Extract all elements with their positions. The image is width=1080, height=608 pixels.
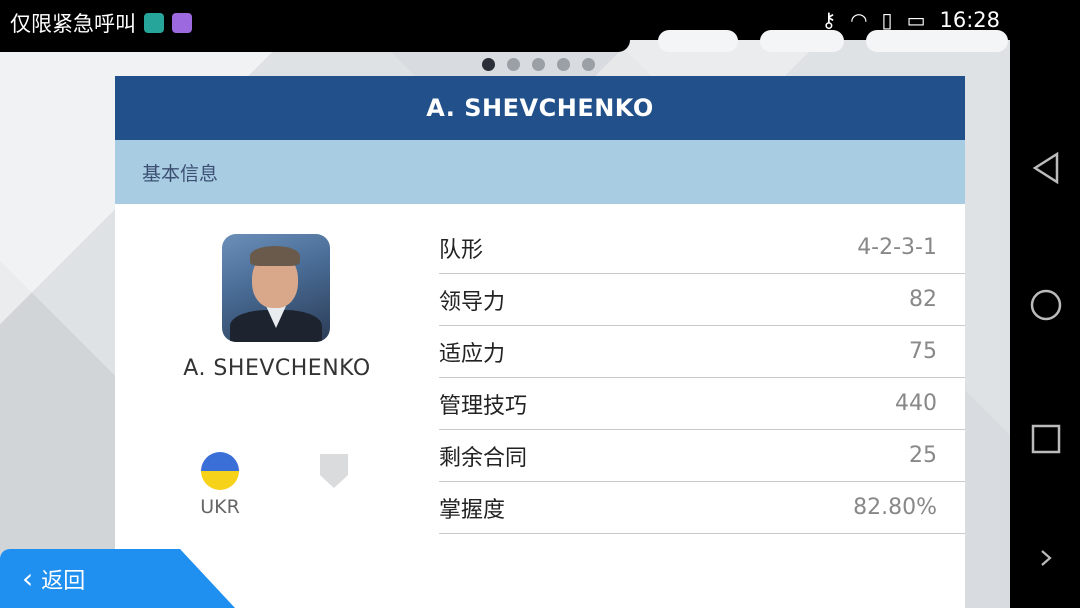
status-bar-right: ⚷ ◠ ▯ ▭ 16:28: [821, 8, 1000, 32]
system-nav-bar: [1010, 40, 1080, 608]
player-profile: A. SHEVCHENKO UKR: [115, 204, 439, 608]
top-toolbar-edge: [0, 40, 630, 52]
section-header: 基本信息: [115, 140, 965, 204]
country-code: UKR: [200, 496, 240, 518]
stat-row: 管理技巧 440: [439, 378, 965, 430]
toolbar-button[interactable]: [866, 30, 1008, 52]
toolbar-button[interactable]: [658, 30, 738, 52]
page-dot: [582, 58, 595, 71]
carrier-text: 仅限紧急呼叫: [10, 12, 136, 36]
stat-value: 25: [909, 443, 937, 468]
section-title: 基本信息: [142, 162, 219, 185]
stat-label: 剩余合同: [439, 445, 528, 471]
page-indicator: [482, 58, 595, 71]
page-dot: [557, 58, 570, 71]
stat-row: 队形 4-2-3-1: [439, 222, 965, 274]
stat-value: 82.80%: [853, 495, 937, 520]
stat-label: 掌握度: [439, 497, 506, 523]
gallery-app-icon: [172, 13, 192, 33]
battery-icon: ▭: [906, 8, 926, 32]
club-shield-icon: [320, 454, 348, 488]
page-dot: [532, 58, 545, 71]
player-name: A. SHEVCHENKO: [183, 356, 371, 381]
chevron-left-icon: ‹: [22, 562, 34, 595]
stat-label: 队形: [439, 237, 484, 263]
status-bar-left: 仅限紧急呼叫: [10, 8, 192, 38]
stat-label: 领导力: [439, 289, 506, 315]
stat-row: 剩余合同 25: [439, 430, 965, 482]
moon-app-icon: [144, 13, 164, 33]
sim-icon: ▯: [881, 8, 893, 32]
stat-value: 75: [909, 339, 937, 364]
player-avatar: [222, 234, 330, 342]
key-icon: ⚷: [821, 8, 837, 32]
nav-recents-icon[interactable]: [1031, 424, 1061, 454]
back-button-label: 返回: [41, 568, 86, 594]
stat-row: 适应力 75: [439, 326, 965, 378]
stat-value: 82: [909, 287, 937, 312]
stat-row: 掌握度 82.80%: [439, 482, 965, 534]
stat-value: 440: [895, 391, 937, 416]
clock: 16:28: [939, 8, 1000, 32]
stat-label: 适应力: [439, 341, 506, 367]
stats-list: 队形 4-2-3-1 领导力 82 适应力 75 管理技巧 440 剩余合同 25 掌握度 82.80…: [439, 222, 965, 534]
card-title: A. SHEVCHENKO: [115, 76, 965, 140]
page-dot: [507, 58, 520, 71]
nav-back-icon[interactable]: [1032, 152, 1060, 184]
nav-home-icon[interactable]: [1029, 288, 1063, 322]
stat-label: 管理技巧: [439, 393, 528, 419]
wifi-icon: ◠: [850, 8, 868, 32]
toolbar-button[interactable]: [760, 30, 844, 52]
nav-expand-icon[interactable]: [1039, 548, 1053, 568]
page-dot: [482, 58, 495, 71]
stat-value: 4-2-3-1: [857, 235, 937, 260]
ukraine-flag-icon: [201, 452, 239, 490]
stat-row: 领导力 82: [439, 274, 965, 326]
player-card: A. SHEVCHENKO 基本信息 A. SHEVCHENKO UKR 队形 4…: [115, 76, 965, 608]
